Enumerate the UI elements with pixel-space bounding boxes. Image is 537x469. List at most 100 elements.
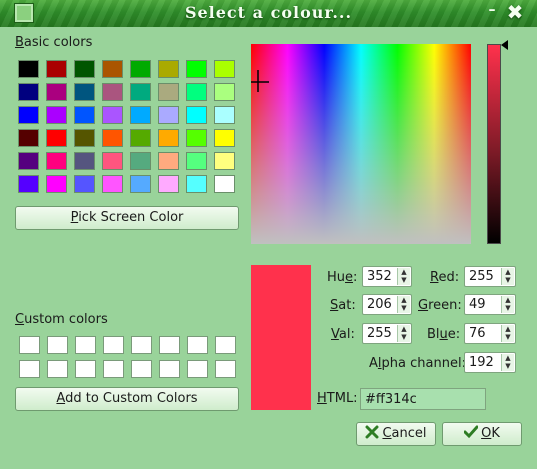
basic-color-swatch[interactable]	[74, 106, 95, 124]
alpha-value[interactable]: 192	[469, 355, 494, 370]
spin-arrows-icon[interactable]: ▲ ▼	[501, 296, 514, 313]
custom-color-swatch[interactable]	[75, 336, 96, 354]
blue-spinbox[interactable]: 76 ▲ ▼	[464, 323, 516, 344]
alpha-spinbox[interactable]: 192 ▲ ▼	[464, 352, 516, 373]
red-value[interactable]: 255	[469, 269, 494, 284]
spin-arrows-icon[interactable]: ▲ ▼	[501, 325, 514, 342]
basic-color-swatch[interactable]	[186, 175, 207, 193]
close-icon[interactable]: ✖	[505, 2, 525, 22]
basic-color-swatch[interactable]	[186, 152, 207, 170]
basic-color-swatch[interactable]	[186, 83, 207, 101]
basic-color-swatch[interactable]	[46, 106, 67, 124]
val-spinbox[interactable]: 255 ▲ ▼	[362, 323, 412, 344]
basic-color-swatch[interactable]	[186, 129, 207, 147]
spin-arrows-icon[interactable]: ▲ ▼	[397, 296, 410, 313]
basic-color-swatch[interactable]	[102, 83, 123, 101]
basic-color-swatch[interactable]	[158, 106, 179, 124]
alpha-label: Alpha channel:	[369, 356, 466, 371]
basic-color-swatch[interactable]	[74, 152, 95, 170]
green-value[interactable]: 49	[469, 297, 486, 312]
blue-value[interactable]: 76	[469, 326, 486, 341]
basic-color-swatch[interactable]	[158, 60, 179, 78]
basic-color-swatch[interactable]	[186, 106, 207, 124]
basic-color-swatch[interactable]	[18, 152, 39, 170]
basic-color-swatch[interactable]	[46, 175, 67, 193]
hue-spinbox[interactable]: 352 ▲ ▼	[362, 266, 412, 287]
ok-button[interactable]: OK	[442, 422, 522, 446]
basic-color-swatch[interactable]	[102, 152, 123, 170]
basic-color-swatch[interactable]	[18, 83, 39, 101]
blue-label: Blue:	[427, 327, 461, 342]
green-spinbox[interactable]: 49 ▲ ▼	[464, 294, 516, 315]
basic-color-swatch[interactable]	[158, 152, 179, 170]
basic-color-swatch[interactable]	[74, 175, 95, 193]
custom-color-swatch[interactable]	[103, 360, 124, 378]
basic-color-swatch[interactable]	[130, 60, 151, 78]
custom-color-swatch[interactable]	[103, 336, 124, 354]
custom-color-swatch[interactable]	[131, 336, 152, 354]
basic-color-swatch[interactable]	[130, 106, 151, 124]
minimize-icon[interactable]: –	[485, 3, 499, 20]
custom-color-swatch[interactable]	[187, 360, 208, 378]
basic-color-swatch[interactable]	[102, 129, 123, 147]
custom-color-swatch[interactable]	[215, 360, 236, 378]
basic-color-swatch[interactable]	[46, 129, 67, 147]
basic-color-swatch[interactable]	[74, 129, 95, 147]
custom-color-swatch[interactable]	[47, 336, 68, 354]
basic-color-swatch[interactable]	[74, 60, 95, 78]
spin-arrows-icon[interactable]: ▲ ▼	[397, 325, 410, 342]
spin-arrows-icon[interactable]: ▲ ▼	[501, 354, 514, 371]
basic-color-swatch[interactable]	[130, 83, 151, 101]
hue-saturation-picker[interactable]	[251, 44, 471, 244]
basic-color-swatch[interactable]	[214, 83, 235, 101]
basic-color-swatch[interactable]	[130, 152, 151, 170]
red-spinbox[interactable]: 255 ▲ ▼	[464, 266, 516, 287]
custom-color-swatch[interactable]	[187, 336, 208, 354]
basic-color-swatch[interactable]	[102, 175, 123, 193]
cancel-button[interactable]: Cancel	[356, 422, 436, 446]
custom-color-swatch[interactable]	[159, 336, 180, 354]
pick-screen-color-button[interactable]: Pick Screen Color	[15, 206, 239, 230]
basic-color-swatch[interactable]	[46, 152, 67, 170]
basic-color-swatch[interactable]	[214, 60, 235, 78]
sat-spinbox[interactable]: 206 ▲ ▼	[362, 294, 412, 315]
basic-color-swatch[interactable]	[18, 106, 39, 124]
html-input[interactable]: #ff314c	[360, 388, 486, 410]
value-slider[interactable]	[487, 44, 501, 244]
custom-color-swatch[interactable]	[19, 336, 40, 354]
window-title: Select a colour...	[184, 3, 353, 22]
val-value[interactable]: 255	[367, 326, 392, 341]
basic-color-swatch[interactable]	[18, 175, 39, 193]
basic-color-swatch[interactable]	[130, 129, 151, 147]
add-to-custom-colors-button[interactable]: Add to Custom Colors	[15, 387, 239, 411]
basic-color-swatch[interactable]	[186, 60, 207, 78]
spin-arrows-icon[interactable]: ▲ ▼	[501, 268, 514, 285]
basic-color-swatch[interactable]	[46, 83, 67, 101]
basic-color-swatch[interactable]	[102, 106, 123, 124]
custom-color-swatch[interactable]	[215, 336, 236, 354]
custom-color-swatch[interactable]	[47, 360, 68, 378]
basic-color-swatch[interactable]	[214, 175, 235, 193]
custom-color-swatch[interactable]	[75, 360, 96, 378]
sat-value[interactable]: 206	[367, 297, 392, 312]
basic-color-swatch[interactable]	[214, 106, 235, 124]
value-slider-arrow-icon[interactable]	[501, 40, 509, 50]
hue-value[interactable]: 352	[367, 269, 392, 284]
basic-color-swatch[interactable]	[214, 129, 235, 147]
custom-color-swatch[interactable]	[19, 360, 40, 378]
red-label: Red:	[430, 270, 460, 285]
basic-color-swatch[interactable]	[158, 129, 179, 147]
basic-color-swatch[interactable]	[102, 60, 123, 78]
basic-color-swatch[interactable]	[46, 60, 67, 78]
custom-color-swatch[interactable]	[159, 360, 180, 378]
basic-color-swatch[interactable]	[158, 83, 179, 101]
basic-color-swatch[interactable]	[158, 175, 179, 193]
basic-color-swatch[interactable]	[18, 129, 39, 147]
custom-color-swatch[interactable]	[131, 360, 152, 378]
spin-arrows-icon[interactable]: ▲ ▼	[397, 268, 410, 285]
basic-color-swatch[interactable]	[74, 83, 95, 101]
basic-color-swatch[interactable]	[130, 175, 151, 193]
basic-color-swatch[interactable]	[214, 152, 235, 170]
basic-color-swatch[interactable]	[18, 60, 39, 78]
checkmark-icon	[463, 425, 479, 439]
